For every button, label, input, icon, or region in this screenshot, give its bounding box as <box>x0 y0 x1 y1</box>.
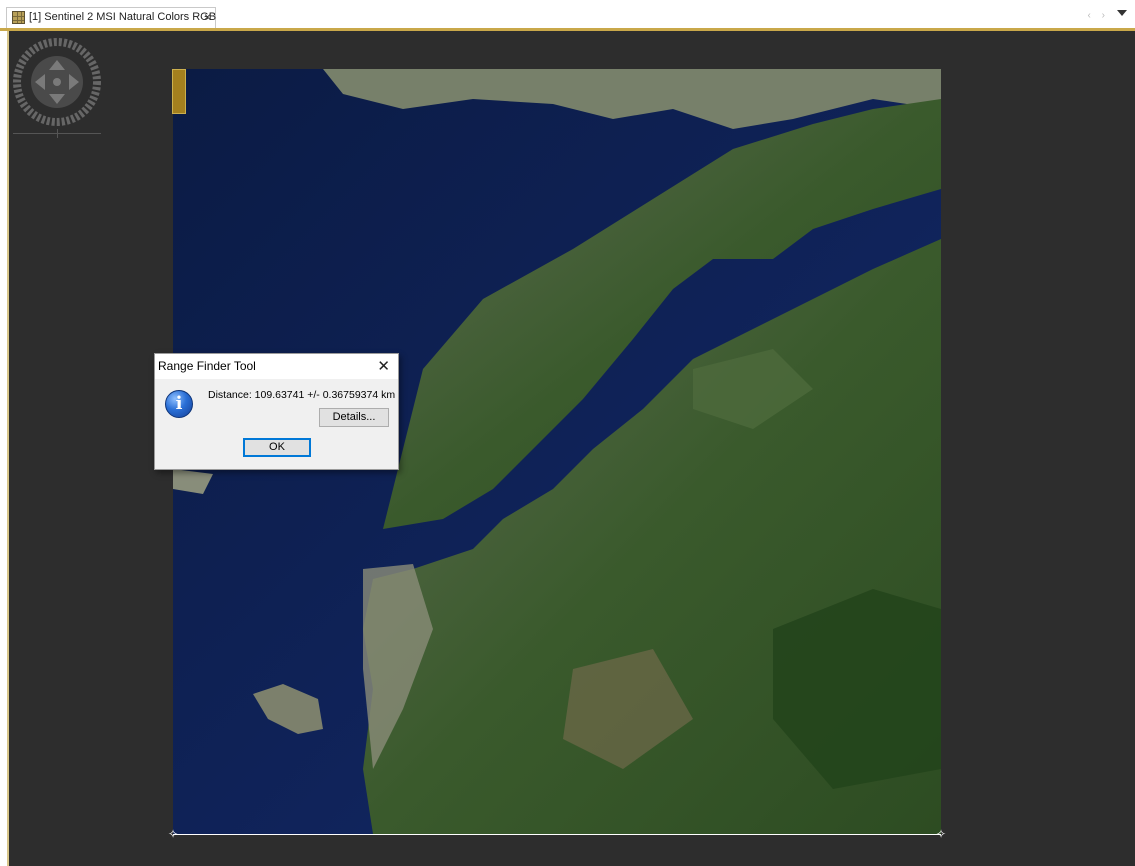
close-icon[interactable]: ✕ <box>377 357 390 375</box>
raster-image-icon <box>12 11 25 24</box>
tab-scroll-arrows[interactable]: ‹ › <box>1088 10 1109 21</box>
range-finder-dialog: Range Finder Tool ✕ i Distance: 109.6374… <box>154 353 399 470</box>
document-tab-bar: [1] Sentinel 2 MSI Natural Colors RGB × … <box>0 0 1135 31</box>
tab-sentinel-rgb[interactable]: [1] Sentinel 2 MSI Natural Colors RGB × <box>6 7 216 29</box>
zoom-slider-icon[interactable] <box>57 129 58 138</box>
tab-close-icon[interactable]: × <box>204 10 211 24</box>
range-finder-line <box>173 834 941 835</box>
pan-navigation-icon[interactable] <box>13 38 101 126</box>
range-point-start-icon[interactable]: ✧ <box>167 828 179 840</box>
image-edge-handle[interactable] <box>172 69 186 114</box>
distance-message: Distance: 109.63741 +/- 0.36759374 km <box>208 389 396 401</box>
tab-label: [1] Sentinel 2 MSI Natural Colors RGB <box>29 11 217 23</box>
ok-button[interactable]: OK <box>243 438 311 457</box>
dialog-title-bar[interactable]: Range Finder Tool ✕ <box>155 354 398 379</box>
details-button[interactable]: Details... <box>319 408 389 427</box>
dialog-title: Range Finder Tool <box>158 359 256 373</box>
info-icon: i <box>165 390 193 418</box>
dropdown-arrow-icon[interactable] <box>1117 10 1127 16</box>
range-point-end-icon[interactable]: ✧ <box>935 828 947 840</box>
